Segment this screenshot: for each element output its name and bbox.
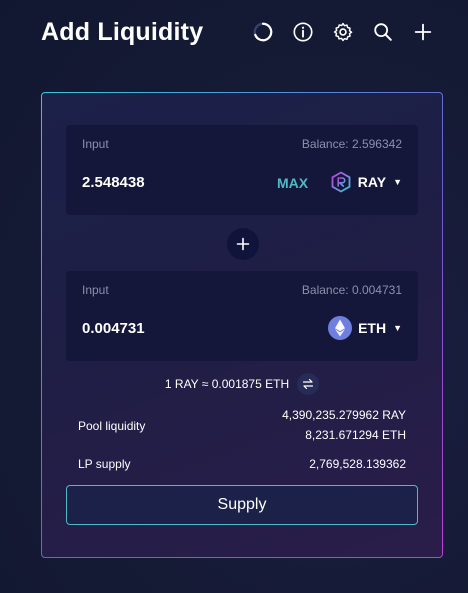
chevron-down-icon: ▼ xyxy=(393,177,402,187)
pool-liquidity-eth: 8,231.671294 ETH xyxy=(305,428,406,442)
swap-rate-button[interactable] xyxy=(297,373,320,395)
lp-supply-value: 2,769,528.139362 xyxy=(309,457,406,471)
add-separator xyxy=(227,228,259,260)
pool-liquidity-values: 4,390,235.279962 RAY 8,231.671294 ETH xyxy=(282,405,406,445)
eth-token-icon xyxy=(328,316,353,340)
swap-arrows-icon xyxy=(303,378,314,390)
liquidity-card: Input Balance: 2.596342 2.548438 MAX RAY… xyxy=(41,92,443,558)
token-select-eth[interactable]: ETH ▼ xyxy=(328,315,402,341)
info-icon[interactable] xyxy=(291,20,315,44)
pool-liquidity-label: Pool liquidity xyxy=(78,419,146,433)
balance-text: Balance: 0.004731 xyxy=(301,283,402,297)
lp-supply-label: LP supply xyxy=(78,457,131,471)
settings-icon[interactable] xyxy=(331,20,355,44)
amount-input[interactable]: 2.548438 xyxy=(82,174,145,191)
balance-text: Balance: 2.596342 xyxy=(301,137,402,151)
plus-icon xyxy=(236,237,250,251)
input-label: Input xyxy=(82,283,109,297)
search-icon[interactable] xyxy=(371,20,395,44)
pool-liquidity-ray: 4,390,235.279962 RAY xyxy=(282,408,406,422)
exchange-rate: 1 RAY ≈ 0.001875 ETH xyxy=(42,373,442,395)
input-label: Input xyxy=(82,137,109,151)
chevron-down-icon: ▼ xyxy=(393,323,402,333)
supply-button[interactable]: Supply xyxy=(66,485,418,525)
token-select-ray[interactable]: RAY ▼ xyxy=(330,169,402,195)
input-panel-eth: Input Balance: 0.004731 0.004731 ETH ▼ xyxy=(66,271,418,361)
token-symbol: ETH xyxy=(358,320,387,336)
add-liquidity-page: Add Liquidity Input Balance: 2.596342 2.… xyxy=(0,0,468,593)
refresh-timer-icon[interactable] xyxy=(251,20,275,44)
amount-input[interactable]: 0.004731 xyxy=(82,320,145,337)
page-title: Add Liquidity xyxy=(41,18,204,46)
input-panel-ray: Input Balance: 2.596342 2.548438 MAX RAY… xyxy=(66,125,418,215)
max-button[interactable]: MAX xyxy=(277,175,308,191)
token-symbol: RAY xyxy=(357,174,387,190)
plus-icon[interactable] xyxy=(411,20,435,44)
rate-text: 1 RAY ≈ 0.001875 ETH xyxy=(164,377,290,391)
ray-token-icon xyxy=(330,171,352,193)
